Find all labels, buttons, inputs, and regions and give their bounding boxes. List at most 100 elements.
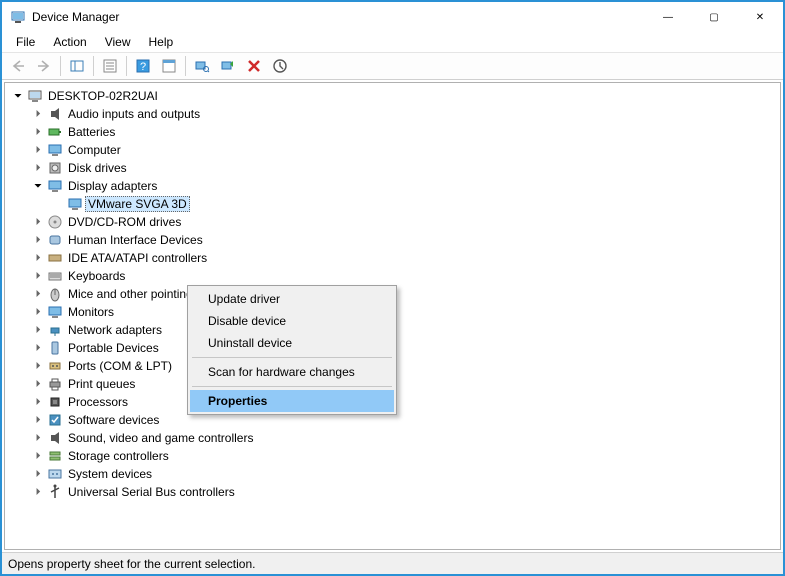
expander-icon[interactable]: ⏵	[31, 269, 45, 283]
forward-button[interactable]	[32, 54, 56, 78]
ide-icon	[47, 250, 63, 266]
tree-category-row[interactable]: ⏵Portable Devices	[31, 339, 780, 357]
ctx-disable-device[interactable]: Disable device	[190, 310, 394, 332]
tree-category-row[interactable]: ⏵Disk drives	[31, 159, 780, 177]
expander-icon[interactable]: ⏵	[31, 485, 45, 499]
toolbar-separator	[60, 56, 61, 76]
tree-category-row[interactable]: ⏵Keyboards	[31, 267, 780, 285]
tree-category-label: Print queues	[65, 376, 138, 392]
tree-device-row[interactable]: VMware SVGA 3D	[51, 195, 780, 213]
expander-icon[interactable]: ⏵	[31, 233, 45, 247]
expander-icon[interactable]: ⏷	[11, 89, 25, 103]
menu-action[interactable]: Action	[45, 33, 94, 51]
uninstall-button[interactable]	[242, 54, 266, 78]
tree-category-row[interactable]: ⏵ Processors	[31, 393, 780, 411]
expander-icon[interactable]: ⏵	[31, 287, 45, 301]
system-icon	[47, 466, 63, 482]
ctx-uninstall-device[interactable]: Uninstall device	[190, 332, 394, 354]
window-title: Device Manager	[32, 10, 119, 24]
tree-category-row[interactable]: ⏵Monitors	[31, 303, 780, 321]
expander-icon[interactable]: ⏵	[31, 125, 45, 139]
menu-file[interactable]: File	[8, 33, 43, 51]
statusbar-text: Opens property sheet for the current sel…	[8, 557, 255, 571]
tree-root-label: DESKTOP-02R2UAI	[45, 88, 161, 104]
back-button[interactable]	[6, 54, 30, 78]
device-tree-panel[interactable]: ⏷ DESKTOP-02R2UAI ⏵ Audio inputs and outp…	[4, 82, 781, 550]
close-button[interactable]: ✕	[737, 2, 783, 32]
tree-category-row[interactable]: ⏷Display adapters	[31, 177, 780, 195]
ctx-properties[interactable]: Properties	[190, 390, 394, 412]
tree-category-label: Universal Serial Bus controllers	[65, 484, 238, 500]
tree-category-row[interactable]: ⏵ Audio inputs and outputs	[31, 105, 780, 123]
software-icon	[47, 412, 63, 428]
tree-category-label: Software devices	[65, 412, 162, 428]
tree-category-row[interactable]: ⏵ Print queues	[31, 375, 780, 393]
tree-root-row[interactable]: ⏷ DESKTOP-02R2UAI	[11, 87, 780, 105]
arrow-right-icon	[36, 58, 52, 74]
expander-icon[interactable]: ⏵	[31, 413, 45, 427]
tree-category-row[interactable]: ⏵Ports (COM & LPT)	[31, 357, 780, 375]
titlebar: Device Manager — ▢ ✕	[2, 2, 783, 32]
menu-help[interactable]: Help	[141, 33, 182, 51]
tree-category-label: Processors	[65, 394, 131, 410]
tree-category-row[interactable]: ⏵Batteries	[31, 123, 780, 141]
properties-button[interactable]	[98, 54, 122, 78]
expander-icon[interactable]: ⏷	[31, 179, 45, 193]
expander-icon[interactable]: ⏵	[31, 467, 45, 481]
tree-category-row[interactable]: ⏵Sound, video and game controllers	[31, 429, 780, 447]
sheet-icon	[161, 58, 177, 74]
enable-button[interactable]	[216, 54, 240, 78]
tree-category-row[interactable]: ⏵IDE ATA/ATAPI controllers	[31, 249, 780, 267]
usb-icon	[47, 484, 63, 500]
disc-icon	[47, 214, 63, 230]
tree-category-row[interactable]: ⏵ Software devices	[31, 411, 780, 429]
arrow-left-icon	[10, 58, 26, 74]
tree-category-row[interactable]: ⏵Human Interface Devices	[31, 231, 780, 249]
ctx-update-driver[interactable]: Update driver	[190, 288, 394, 310]
toolbar-separator	[126, 56, 127, 76]
tree-category-row[interactable]: ⏵ Storage controllers	[31, 447, 780, 465]
expander-icon[interactable]: ⏵	[31, 251, 45, 265]
tree-category-row[interactable]: ⏵DVD/CD-ROM drives	[31, 213, 780, 231]
expander-icon[interactable]: ⏵	[31, 449, 45, 463]
portable-icon	[47, 340, 63, 356]
show-hide-tree-button[interactable]	[65, 54, 89, 78]
tree-category-label: Network adapters	[65, 322, 165, 338]
tree-device-label: VMware SVGA 3D	[85, 196, 190, 212]
ctx-scan-hardware[interactable]: Scan for hardware changes	[190, 361, 394, 383]
expander-icon[interactable]: ⏵	[31, 305, 45, 319]
tree-category-row[interactable]: ⏵Mice and other pointing devices	[31, 285, 780, 303]
enable-icon	[220, 58, 236, 74]
tree-category-label: Audio inputs and outputs	[65, 106, 203, 122]
update-button[interactable]	[268, 54, 292, 78]
tree-category-row[interactable]: ⏵ Universal Serial Bus controllers	[31, 483, 780, 501]
scan-button[interactable]	[190, 54, 214, 78]
printer-icon	[47, 376, 63, 392]
expander-icon[interactable]: ⏵	[31, 377, 45, 391]
audio-icon	[47, 430, 63, 446]
expander-icon[interactable]: ⏵	[31, 395, 45, 409]
menu-view[interactable]: View	[97, 33, 139, 51]
device-manager-window: Device Manager — ▢ ✕ File Action View He…	[0, 0, 785, 576]
menubar: File Action View Help	[2, 32, 783, 52]
tree-category-label: Storage controllers	[65, 448, 172, 464]
expander-icon[interactable]: ⏵	[31, 107, 45, 121]
expander-icon[interactable]: ⏵	[31, 341, 45, 355]
tree-category-row[interactable]: ⏵ Network adapters	[31, 321, 780, 339]
tree-category-label: System devices	[65, 466, 155, 482]
expander-icon[interactable]: ⏵	[31, 359, 45, 373]
tree-category-row[interactable]: ⏵ System devices	[31, 465, 780, 483]
expander-icon[interactable]: ⏵	[31, 431, 45, 445]
battery-icon	[47, 124, 63, 140]
expander-icon[interactable]: ⏵	[31, 143, 45, 157]
help-icon: ?	[135, 58, 151, 74]
expander-icon[interactable]: ⏵	[31, 323, 45, 337]
action-button[interactable]	[157, 54, 181, 78]
properties-icon	[102, 58, 118, 74]
minimize-button[interactable]: —	[645, 2, 691, 32]
expander-icon[interactable]: ⏵	[31, 161, 45, 175]
expander-icon[interactable]: ⏵	[31, 215, 45, 229]
help-button[interactable]: ?	[131, 54, 155, 78]
tree-category-row[interactable]: ⏵Computer	[31, 141, 780, 159]
maximize-button[interactable]: ▢	[691, 2, 737, 32]
